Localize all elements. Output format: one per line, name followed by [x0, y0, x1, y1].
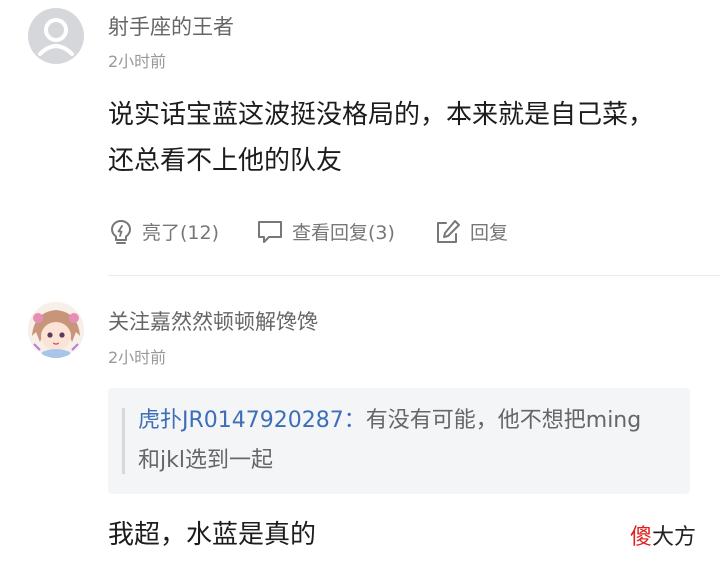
quoted-reply[interactable]: 虎扑JR0147920287：有没有可能，他不想把ming 和jkl选到一起 [108, 388, 690, 494]
edit-reply-icon [437, 219, 460, 243]
avatar-anime[interactable] [28, 302, 84, 358]
quote-line: 虎扑JR0147920287：有没有可能，他不想把ming [138, 401, 683, 441]
quote-text-line2: 和jkl选到一起 [138, 448, 273, 473]
view-replies-label: 查看回复(3) [292, 222, 395, 244]
comment-time: 2小时前 [108, 348, 167, 367]
like-label: 亮了(12) [142, 222, 220, 244]
quote-text-line1: 有没有可能，他不想把ming [365, 408, 642, 433]
quote-author-link[interactable]: 虎扑JR0147920287 [138, 408, 344, 433]
comment-username[interactable]: 射手座的王者 [108, 11, 234, 41]
quote-text: 虎扑JR0147920287：有没有可能，他不想把ming 和jkl选到一起 [138, 401, 683, 481]
reply-button[interactable]: 回复 [434, 218, 508, 245]
comment-content-line: 还总看不上他的队友 [108, 146, 343, 176]
comment-time: 2小时前 [108, 52, 167, 71]
reply-label: 回复 [470, 222, 509, 244]
watermark-text: 大方 [652, 525, 697, 550]
comment-content: 我超，水蓝是真的 [108, 520, 317, 550]
comment-content-line: 说实话宝蓝这波挺没格局的，本来就是自己菜， [108, 100, 655, 130]
comment-icon [258, 220, 282, 243]
watermark: 傻大方 [630, 519, 696, 551]
like-button[interactable]: 亮了(12) [108, 218, 219, 245]
watermark-accent: 傻 [630, 525, 653, 550]
comment-username[interactable]: 关注嘉然然顿顿解馋馋 [108, 306, 318, 336]
view-replies-button[interactable]: 查看回复(3) [256, 218, 395, 245]
comment-content: 说实话宝蓝这波挺没格局的，本来就是自己菜， 还总看不上他的队友 [108, 92, 698, 184]
lightbulb-icon [111, 219, 131, 244]
quote-bar [122, 408, 125, 474]
anime-avatar [28, 302, 84, 358]
comment-divider [108, 275, 720, 276]
avatar-default[interactable] [28, 8, 84, 64]
quote-separator: ： [343, 408, 366, 433]
default-avatar-icon [38, 18, 74, 56]
